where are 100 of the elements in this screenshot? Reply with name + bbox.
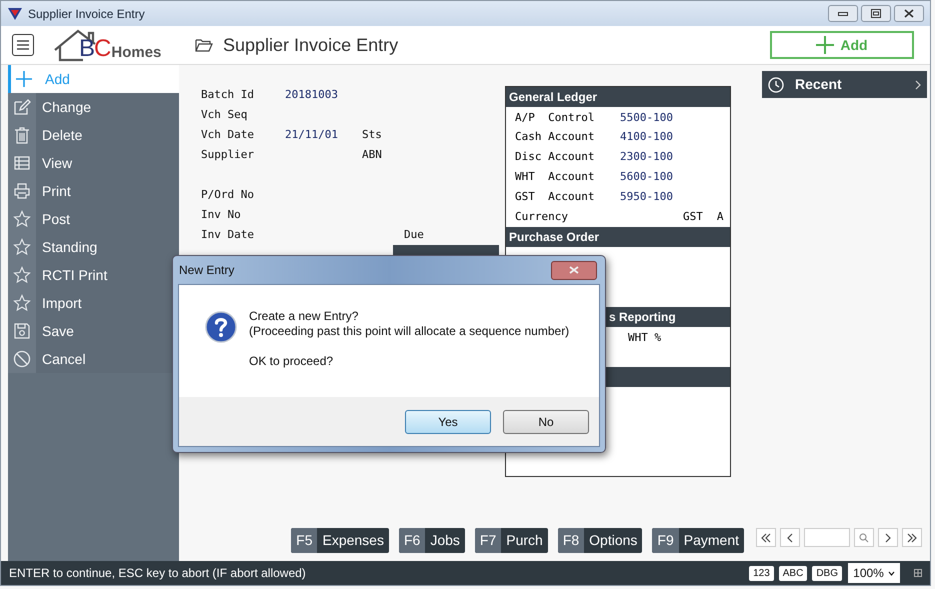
- ledger-label: WHT Account: [515, 169, 596, 186]
- printer-icon: [13, 182, 31, 200]
- trash-icon: [13, 126, 31, 144]
- function-key-button[interactable]: F9 Payment: [652, 528, 744, 553]
- chevron-right-icon: [915, 80, 921, 90]
- sidebar-item[interactable]: Post: [8, 205, 179, 233]
- close-icon: [569, 266, 579, 274]
- caret-icon: [888, 570, 895, 576]
- field-label: Due: [404, 226, 424, 243]
- dialog-question: OK to proceed?: [249, 354, 334, 369]
- field-label: Inv Date: [201, 226, 255, 243]
- ledger-account: 4100-100: [620, 129, 673, 146]
- floppy-disk-icon: [13, 322, 31, 340]
- folder-icon: [195, 38, 213, 52]
- dialog-close-button[interactable]: [551, 260, 597, 280]
- ledger-account: 5950-100: [620, 188, 673, 205]
- search-icon: [859, 532, 869, 542]
- dialog-button[interactable]: No: [503, 410, 589, 434]
- mode-toggle[interactable]: 123: [749, 566, 774, 580]
- mode-toggle[interactable]: ABC: [778, 566, 808, 580]
- status-message: ENTER to continue, ESC key to abort (IF abort allowed): [9, 565, 306, 582]
- currency-code: A: [716, 208, 724, 225]
- ledger-label: Disc Account: [515, 149, 596, 166]
- key-label: F5: [291, 528, 318, 553]
- mode-toggle[interactable]: DBG: [812, 566, 842, 580]
- field-label: Vch Date: [201, 126, 255, 143]
- field-value: 20181003: [285, 86, 339, 103]
- page-title: Supplier Invoice Entry: [223, 34, 398, 57]
- ledger-account: 2300-100: [620, 149, 673, 166]
- field-label: Supplier: [201, 146, 255, 163]
- section-header: General Ledger: [506, 87, 730, 107]
- recent-label: Recent: [795, 75, 842, 94]
- plus-icon: [14, 70, 32, 88]
- star-icon: [13, 210, 31, 228]
- company-logo: BCHomes: [53, 28, 165, 62]
- field-label: Inv No: [201, 206, 242, 223]
- key-label: F7: [474, 528, 502, 553]
- previous-page-button[interactable]: [780, 528, 800, 547]
- star-icon: [13, 238, 31, 256]
- field-value: 21/11/01: [285, 126, 339, 143]
- key-label: F9: [652, 528, 679, 553]
- function-key-button[interactable]: F8 Options: [558, 528, 642, 553]
- maximize-icon: [871, 9, 881, 18]
- section-header: Purchase Order: [506, 227, 730, 247]
- zoom-dropdown[interactable]: 100%: [848, 563, 900, 583]
- key-label: F6: [398, 528, 426, 553]
- question-icon: [205, 311, 237, 343]
- field-label: ABN: [362, 146, 382, 163]
- recent-panel[interactable]: Recent: [762, 71, 927, 98]
- key-label: F8: [558, 528, 584, 553]
- field-label: Batch Id: [201, 86, 255, 103]
- ledger-label: GST Account: [515, 188, 596, 205]
- sidebar-item[interactable]: Change: [8, 93, 179, 121]
- dialog-message: Create a new Entry?: [249, 309, 360, 324]
- dialog-title: New Entry: [179, 262, 234, 279]
- no-entry-icon: [13, 350, 31, 368]
- minimize-button[interactable]: [828, 5, 858, 22]
- next-page-button[interactable]: [878, 528, 898, 547]
- sidebar-item[interactable]: Delete: [8, 121, 179, 149]
- function-key-button[interactable]: F7 Purch: [474, 528, 548, 553]
- pencil-icon: [13, 98, 31, 116]
- star-icon: [13, 294, 31, 312]
- close-icon: [904, 9, 914, 18]
- window-title: Supplier Invoice Entry: [28, 6, 145, 22]
- menu-button[interactable]: [12, 34, 34, 56]
- double-chevron-right-icon: [907, 532, 917, 542]
- ledger-label: A/P Control: [515, 110, 596, 126]
- field-label: Vch Seq: [201, 106, 248, 123]
- table-icon: [13, 154, 31, 172]
- close-button[interactable]: [894, 5, 924, 22]
- function-key-button[interactable]: F5 Expenses: [291, 528, 389, 553]
- clock-icon: [768, 76, 784, 92]
- menu-icon: [17, 40, 29, 50]
- star-icon: [13, 266, 31, 284]
- search-input-field[interactable]: [804, 528, 850, 547]
- app-logo-icon: [7, 6, 23, 20]
- ledger-account: 5500-100: [620, 110, 673, 126]
- maximize-button[interactable]: [861, 5, 891, 22]
- ledger-label: WHT %: [628, 330, 662, 346]
- function-key-button[interactable]: F6 Jobs: [398, 528, 465, 553]
- plus-icon: [816, 36, 834, 54]
- first-page-button[interactable]: [756, 528, 776, 547]
- sidebar-item[interactable]: Print: [8, 177, 179, 205]
- ledger-label: Cash Account: [515, 129, 596, 146]
- grid-icon: [914, 569, 922, 577]
- currency-code: GST: [683, 208, 703, 225]
- chevron-right-icon: [885, 532, 891, 542]
- field-label: Sts: [362, 126, 382, 143]
- ledger-label: Currency: [515, 208, 569, 225]
- field-label: P/Ord No: [201, 186, 255, 203]
- ledger-account: 5600-100: [620, 169, 673, 186]
- dialog-message: (Proceeding past this point will allocate a sequence number): [249, 324, 570, 339]
- dialog-button[interactable]: Yes: [405, 410, 491, 434]
- search-button[interactable]: [854, 528, 874, 547]
- last-page-button[interactable]: [902, 528, 922, 547]
- chevron-left-icon: [787, 532, 793, 542]
- sidebar-item[interactable]: View: [8, 149, 179, 177]
- sidebar-item[interactable]: Standing: [8, 233, 179, 261]
- minimize-icon: [838, 12, 848, 16]
- double-chevron-left-icon: [761, 532, 771, 542]
